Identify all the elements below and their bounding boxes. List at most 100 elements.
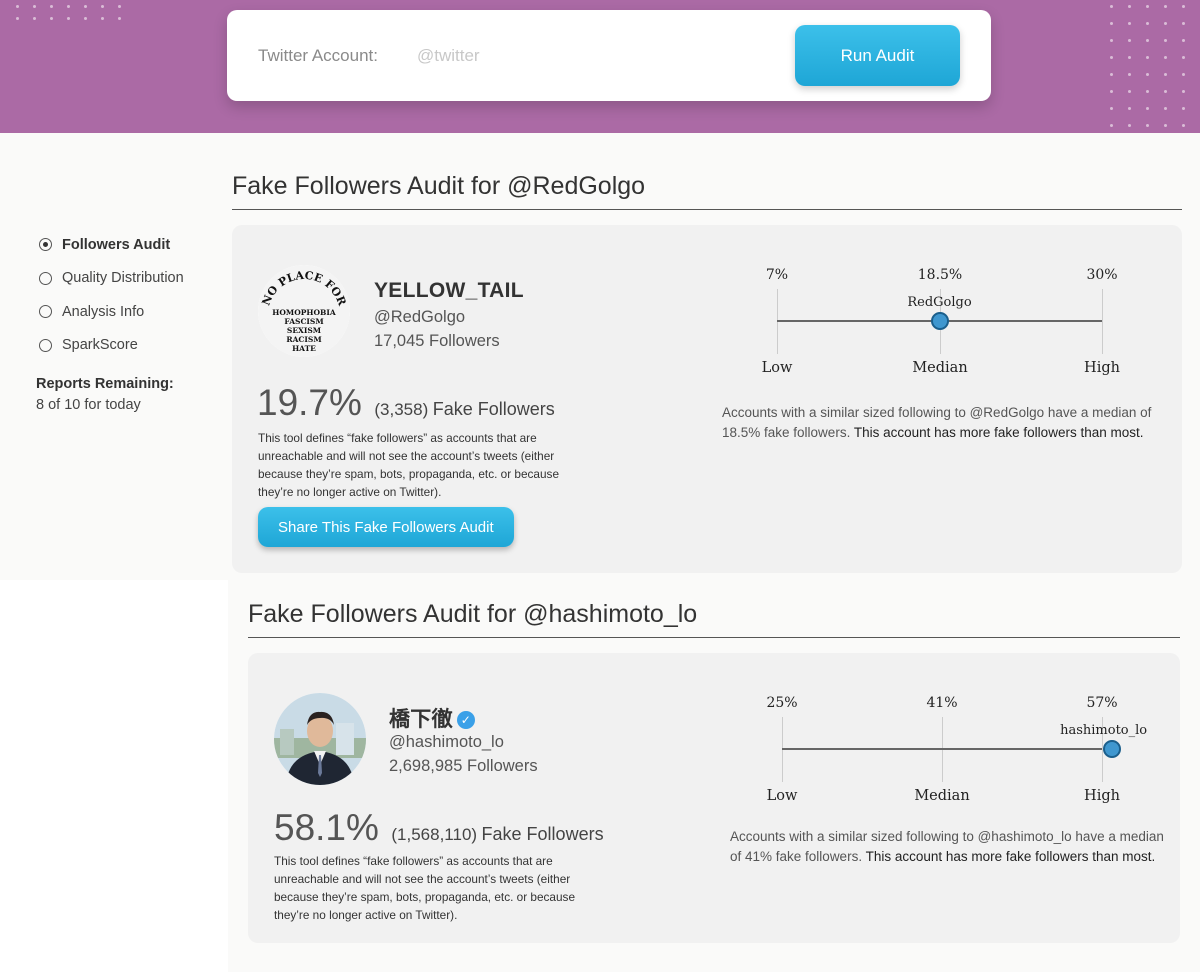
decorative-dot <box>67 5 70 8</box>
decorative-dot <box>1128 22 1131 25</box>
decorative-dot <box>1182 90 1185 93</box>
svg-text:RACISM: RACISM <box>286 335 321 344</box>
comparison-text: Accounts with a similar sized following … <box>730 827 1170 867</box>
decorative-dot <box>1164 90 1167 93</box>
fake-percentage: 58.1% <box>274 807 379 848</box>
decorative-dot <box>1146 124 1149 127</box>
scale-low-value: 7% <box>765 267 789 283</box>
follower-count: 17,045 Followers <box>374 332 500 350</box>
share-audit-button[interactable]: Share This Fake Followers Audit <box>258 507 514 547</box>
run-audit-button[interactable]: Run Audit <box>795 25 960 86</box>
sidebar-item-label: Followers Audit <box>62 236 171 253</box>
radio-icon <box>39 271 52 285</box>
decorative-dot <box>1182 39 1185 42</box>
sidebar-item-followers-audit[interactable]: Followers Audit <box>36 228 216 262</box>
decorative-dot <box>1164 73 1167 76</box>
decorative-dot <box>1110 107 1113 110</box>
decorative-dot <box>1146 39 1149 42</box>
decorative-dot <box>1164 5 1167 8</box>
sidebar-item-label: Analysis Info <box>62 303 145 320</box>
decorative-dot <box>1128 90 1131 93</box>
audit-card: NO PLACE FOR HOMOPHOBIA FASCISM SEXISM R… <box>232 225 1182 573</box>
decorative-dot <box>1110 56 1113 59</box>
fake-definition: This tool defines “fake followers” as ac… <box>274 854 576 922</box>
decorative-dot <box>1182 107 1185 110</box>
svg-text:FASCISM: FASCISM <box>284 317 323 326</box>
fake-followers-summary: 58.1% (1,568,110) Fake Followers <box>274 807 604 849</box>
avatar <box>274 693 366 785</box>
decorative-dot <box>1110 90 1113 93</box>
account-name-row: 橋下徹 ✓ <box>389 703 475 733</box>
reports-remaining-title: Reports Remaining: <box>36 376 174 392</box>
decorative-dot <box>16 17 19 20</box>
fake-followers-scale: 25% 41% 57% hashimoto_lo Low Median High <box>766 695 1162 815</box>
decorative-dot <box>1146 22 1149 25</box>
radio-selected-icon <box>39 238 52 252</box>
svg-text:SEXISM: SEXISM <box>287 326 321 335</box>
decorative-dot <box>84 5 87 8</box>
decorative-dot <box>50 5 53 8</box>
decorative-dot <box>1128 73 1131 76</box>
sidebar-nav: Followers Audit Quality Distribution Ana… <box>36 228 216 413</box>
fake-percentage: 19.7% <box>257 382 362 423</box>
scale-marker <box>930 312 949 330</box>
decorative-dot <box>1164 56 1167 59</box>
svg-text:HATE: HATE <box>292 344 316 353</box>
decorative-dot <box>101 17 104 20</box>
svg-text:HOMOPHOBIA: HOMOPHOBIA <box>272 308 336 317</box>
account-name: 橋下徹 <box>389 708 453 731</box>
decorative-dot <box>67 17 70 20</box>
twitter-account-input[interactable] <box>417 40 717 72</box>
decorative-dot <box>1182 124 1185 127</box>
scale-high-value: 57% <box>1086 695 1118 711</box>
decorative-dot <box>1110 39 1113 42</box>
search-label: Twitter Account: <box>258 46 378 65</box>
fake-count: (1,568,110) <box>391 825 478 844</box>
scale-low-label: Low <box>761 360 793 376</box>
decorative-dot <box>1128 124 1131 127</box>
decorative-dot <box>1146 73 1149 76</box>
decorative-dot <box>1182 73 1185 76</box>
scale-marker-label: RedGolgo <box>907 295 972 310</box>
sidebar-item-sparkscore[interactable]: SparkScore <box>36 329 216 363</box>
radio-icon <box>39 305 52 319</box>
no-place-for-hate-logo: NO PLACE FOR HOMOPHOBIA FASCISM SEXISM R… <box>258 265 350 357</box>
account-handle: @hashimoto_lo <box>389 733 504 751</box>
search-panel: Twitter Account: Run Audit <box>227 10 991 101</box>
reports-remaining-value: 8 of 10 for today <box>36 397 141 413</box>
decorative-dot <box>101 5 104 8</box>
decorative-dot <box>1182 5 1185 8</box>
decorative-dot <box>33 5 36 8</box>
decorative-dots-right <box>1110 5 1200 130</box>
avatar: NO PLACE FOR HOMOPHOBIA FASCISM SEXISM R… <box>258 265 350 357</box>
decorative-dot <box>1182 22 1185 25</box>
decorative-dot <box>1128 56 1131 59</box>
scale-marker-label: hashimoto_lo <box>1060 723 1148 738</box>
decorative-dot <box>1146 107 1149 110</box>
fake-count: (3,358) <box>374 400 429 419</box>
scale-median-label: Median <box>914 788 970 804</box>
fake-followers-scale: 7% 18.5% 30% RedGolgo Low Median High <box>762 267 1157 387</box>
scale-low-value: 25% <box>766 695 798 711</box>
profile-photo <box>274 693 366 785</box>
decorative-dot <box>118 5 121 8</box>
decorative-dot <box>1146 5 1149 8</box>
decorative-dot <box>1110 73 1113 76</box>
scale-high-label: High <box>1084 360 1120 376</box>
sidebar-item-label: SparkScore <box>62 337 138 354</box>
sidebar-item-label: Quality Distribution <box>62 270 184 287</box>
verified-badge-icon: ✓ <box>456 711 475 730</box>
audit-title: Fake Followers Audit for @hashimoto_lo <box>248 600 1180 638</box>
sidebar-item-quality-distribution[interactable]: Quality Distribution <box>36 262 216 296</box>
decorative-dot <box>1164 124 1167 127</box>
audit-card: 橋下徹 ✓ @hashimoto_lo 2,698,985 Followers 5… <box>248 653 1180 943</box>
fake-label: Fake Followers <box>481 824 604 844</box>
decorative-dot <box>1110 124 1113 127</box>
fake-definition: This tool defines “fake followers” as ac… <box>258 431 560 499</box>
account-name: YELLOW_TAIL <box>374 279 524 302</box>
comparison-conclusion: This account has more fake followers tha… <box>865 849 1156 864</box>
decorative-dot <box>1110 22 1113 25</box>
decorative-dot <box>50 17 53 20</box>
follower-count: 2,698,985 Followers <box>389 757 538 775</box>
sidebar-item-analysis-info[interactable]: Analysis Info <box>36 295 216 329</box>
